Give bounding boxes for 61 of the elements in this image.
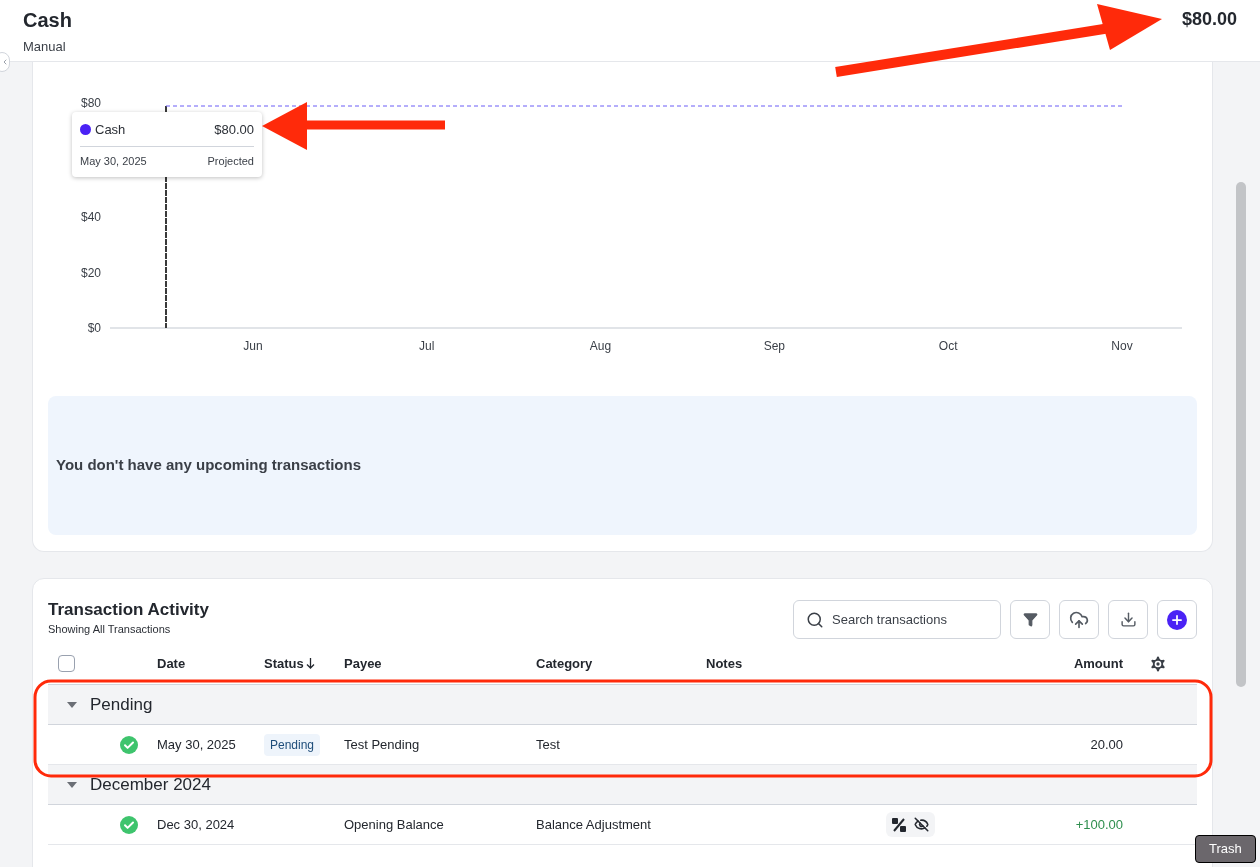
group-header[interactable]: Pending — [48, 685, 1197, 725]
axis-label: $0 — [87, 321, 101, 335]
axis-label: $20 — [80, 265, 101, 280]
check-circle-icon — [120, 815, 138, 834]
axis-label: Oct — [938, 339, 958, 353]
account-type: Manual — [23, 38, 67, 56]
column-header[interactable]: Date — [157, 653, 186, 674]
column-header[interactable]: Notes — [706, 653, 743, 674]
column-header[interactable]: Status — [264, 653, 315, 674]
download-icon — [1119, 611, 1137, 628]
date-cell: May 30, 2025 — [157, 736, 236, 752]
add-button[interactable] — [1157, 600, 1197, 639]
search-field[interactable]: Search transactions — [793, 600, 1001, 639]
section-title: Transaction Activity — [48, 599, 209, 621]
tooltip-date: May 30, 2025 — [80, 153, 147, 169]
axis-label: $40 — [80, 210, 101, 224]
tooltip-value: $80.00 — [214, 121, 254, 139]
plus-icon — [1167, 609, 1187, 630]
check-circle-icon — [120, 735, 138, 754]
settings-icon[interactable] — [1148, 653, 1168, 674]
status-tag: Pending — [264, 733, 321, 756]
sort-arrow-icon — [305, 658, 315, 669]
percent-icon — [892, 817, 906, 832]
axis-label: Aug — [589, 339, 612, 353]
filter-button[interactable] — [1010, 600, 1050, 639]
tooltip-status: Projected — [207, 153, 254, 169]
category-cell: Test — [536, 736, 560, 752]
cloud-upload-icon — [1069, 609, 1089, 630]
empty-message: You don't have any upcoming transactions — [56, 455, 361, 476]
column-header[interactable]: Category — [536, 653, 593, 674]
axis-label: Jun — [243, 339, 263, 353]
download-button[interactable] — [1108, 600, 1148, 639]
axis-label: Sep — [763, 339, 786, 353]
category-cell: Balance Adjustment — [536, 816, 651, 832]
axis-label: Jul — [419, 339, 435, 353]
trash-tooltip: Trash — [1195, 835, 1256, 863]
amount-cell: 20.00 — [1090, 736, 1123, 752]
search-icon — [806, 610, 824, 629]
group-label: December 2024 — [90, 773, 211, 796]
date-cell: Dec 30, 2024 — [157, 816, 235, 832]
upload-button[interactable] — [1059, 600, 1099, 639]
amount-cell: +100.00 — [1075, 816, 1123, 832]
series-name: Cash — [95, 121, 126, 139]
select-all-checkbox[interactable] — [58, 655, 75, 672]
group-header[interactable]: December 2024 — [48, 765, 1197, 805]
caret-icon[interactable] — [66, 700, 78, 709]
account-title: Cash — [23, 8, 72, 33]
group-label: Pending — [90, 693, 153, 716]
search-input[interactable]: Search transactions — [832, 609, 982, 630]
caret-icon[interactable] — [66, 780, 78, 789]
eye-off-icon — [914, 817, 929, 832]
axis-label: $80 — [80, 96, 101, 110]
section-subtitle: Showing All Transactions — [48, 622, 172, 637]
filter-icon — [1022, 612, 1038, 627]
scrollbar[interactable] — [1236, 182, 1246, 687]
column-header[interactable]: Amount — [1073, 653, 1123, 674]
axis-label: Nov — [1111, 339, 1133, 353]
column-header[interactable]: Payee — [344, 653, 382, 674]
payee-cell: Opening Balance — [344, 816, 444, 832]
account-balance: $80.00 — [1181, 8, 1237, 31]
payee-cell: Test Pending — [344, 736, 420, 752]
